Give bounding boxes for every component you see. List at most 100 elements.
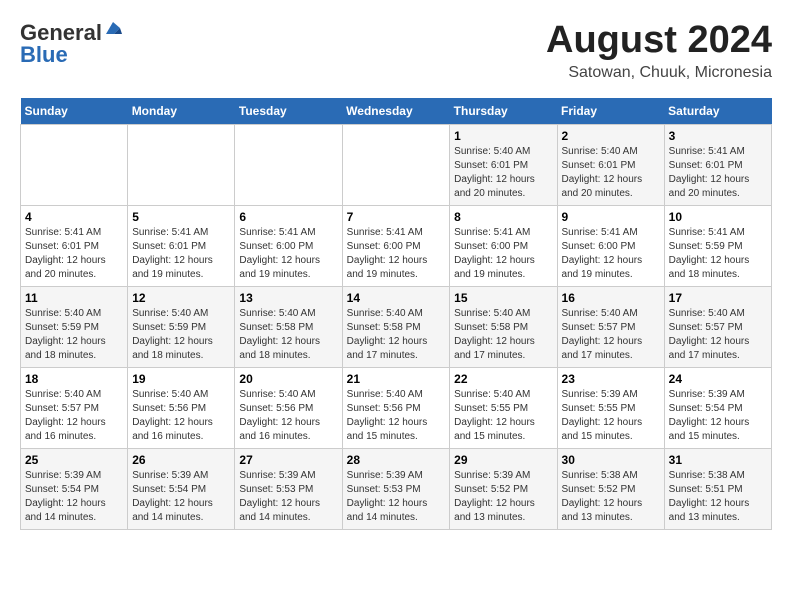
calendar-cell: 15Sunrise: 5:40 AM Sunset: 5:58 PM Dayli… xyxy=(450,286,557,367)
calendar-cell: 19 Sunrise: 5:40 AM Sunset: 5:56 PM Dayli… xyxy=(128,367,235,448)
day-info: Sunrise: 5:40 AM Sunset: 5:58 PM Dayligh… xyxy=(239,307,337,363)
calendar-cell: 20 Sunrise: 5:40 AM Sunset: 5:56 PM Dayli… xyxy=(235,367,342,448)
day-number: 18 xyxy=(25,372,123,386)
calendar-cell: 28 Sunrise: 5:39 AM Sunset: 5:53 PM Dayli… xyxy=(342,448,450,529)
calendar-header-row: SundayMondayTuesdayWednesdayThursdayFrid… xyxy=(21,98,772,125)
calendar-table: SundayMondayTuesdayWednesdayThursdayFrid… xyxy=(20,98,772,530)
calendar-cell: 25Sunrise: 5:39 AM Sunset: 5:54 PM Dayli… xyxy=(21,448,128,529)
day-number: 28 xyxy=(347,453,446,467)
calendar-cell: 5 Sunrise: 5:41 AM Sunset: 6:01 PM Daylig… xyxy=(128,205,235,286)
day-info: Sunrise: 5:41 AM Sunset: 6:01 PM Dayligh… xyxy=(25,226,123,282)
day-info: Sunrise: 5:39 AM Sunset: 5:55 PM Dayligh… xyxy=(562,388,660,444)
day-number: 5 xyxy=(132,210,230,224)
calendar-cell: 12 Sunrise: 5:40 AM Sunset: 5:59 PM Dayli… xyxy=(128,286,235,367)
day-number: 17 xyxy=(669,291,767,305)
day-number: 29 xyxy=(454,453,552,467)
day-info: Sunrise: 5:38 AM Sunset: 5:51 PM Dayligh… xyxy=(669,469,767,525)
calendar-week-5: 25Sunrise: 5:39 AM Sunset: 5:54 PM Dayli… xyxy=(21,448,772,529)
day-info: Sunrise: 5:40 AM Sunset: 5:59 PM Dayligh… xyxy=(132,307,230,363)
day-info: Sunrise: 5:41 AM Sunset: 6:00 PM Dayligh… xyxy=(562,226,660,282)
day-number: 3 xyxy=(669,129,767,143)
day-info: Sunrise: 5:40 AM Sunset: 5:58 PM Dayligh… xyxy=(347,307,446,363)
calendar-cell: 4 Sunrise: 5:41 AM Sunset: 6:01 PM Daylig… xyxy=(21,205,128,286)
day-info: Sunrise: 5:40 AM Sunset: 5:56 PM Dayligh… xyxy=(132,388,230,444)
calendar-cell: 26Sunrise: 5:39 AM Sunset: 5:54 PM Dayli… xyxy=(128,448,235,529)
day-info: Sunrise: 5:41 AM Sunset: 6:00 PM Dayligh… xyxy=(239,226,337,282)
day-of-week-monday: Monday xyxy=(128,98,235,125)
calendar-week-3: 11 Sunrise: 5:40 AM Sunset: 5:59 PM Dayli… xyxy=(21,286,772,367)
day-info: Sunrise: 5:40 AM Sunset: 5:59 PM Dayligh… xyxy=(25,307,123,363)
day-number: 22 xyxy=(454,372,552,386)
day-info: Sunrise: 5:38 AM Sunset: 5:52 PM Dayligh… xyxy=(562,469,660,525)
day-info: Sunrise: 5:41 AM Sunset: 6:01 PM Dayligh… xyxy=(669,145,767,201)
calendar-cell: 7 Sunrise: 5:41 AM Sunset: 6:00 PM Daylig… xyxy=(342,205,450,286)
day-number: 24 xyxy=(669,372,767,386)
day-of-week-wednesday: Wednesday xyxy=(342,98,450,125)
day-number: 7 xyxy=(347,210,446,224)
calendar-cell xyxy=(342,124,450,205)
day-number: 31 xyxy=(669,453,767,467)
day-info: Sunrise: 5:39 AM Sunset: 5:53 PM Dayligh… xyxy=(239,469,337,525)
day-info: Sunrise: 5:40 AM Sunset: 5:57 PM Dayligh… xyxy=(562,307,660,363)
day-number: 12 xyxy=(132,291,230,305)
calendar-cell: 18 Sunrise: 5:40 AM Sunset: 5:57 PM Dayli… xyxy=(21,367,128,448)
day-number: 11 xyxy=(25,291,123,305)
calendar-week-4: 18 Sunrise: 5:40 AM Sunset: 5:57 PM Dayli… xyxy=(21,367,772,448)
calendar-cell: 14 Sunrise: 5:40 AM Sunset: 5:58 PM Dayli… xyxy=(342,286,450,367)
day-number: 27 xyxy=(239,453,337,467)
day-info: Sunrise: 5:40 AM Sunset: 5:58 PM Dayligh… xyxy=(454,307,552,363)
day-of-week-sunday: Sunday xyxy=(21,98,128,125)
day-number: 8 xyxy=(454,210,552,224)
day-info: Sunrise: 5:40 AM Sunset: 5:56 PM Dayligh… xyxy=(347,388,446,444)
day-number: 14 xyxy=(347,291,446,305)
subtitle: Satowan, Chuuk, Micronesia xyxy=(546,64,772,82)
day-of-week-tuesday: Tuesday xyxy=(235,98,342,125)
day-of-week-friday: Friday xyxy=(557,98,664,125)
calendar-cell xyxy=(235,124,342,205)
calendar-cell: 2 Sunrise: 5:40 AM Sunset: 6:01 PM Daylig… xyxy=(557,124,664,205)
calendar-cell: 22Sunrise: 5:40 AM Sunset: 5:55 PM Dayli… xyxy=(450,367,557,448)
calendar-cell: 6 Sunrise: 5:41 AM Sunset: 6:00 PM Daylig… xyxy=(235,205,342,286)
day-number: 20 xyxy=(239,372,337,386)
day-number: 16 xyxy=(562,291,660,305)
day-number: 1 xyxy=(454,129,552,143)
calendar-cell: 27 Sunrise: 5:39 AM Sunset: 5:53 PM Dayli… xyxy=(235,448,342,529)
day-info: Sunrise: 5:41 AM Sunset: 5:59 PM Dayligh… xyxy=(669,226,767,282)
day-number: 26 xyxy=(132,453,230,467)
day-number: 2 xyxy=(562,129,660,143)
day-number: 21 xyxy=(347,372,446,386)
calendar-cell: 23 Sunrise: 5:39 AM Sunset: 5:55 PM Dayli… xyxy=(557,367,664,448)
calendar-cell: 29Sunrise: 5:39 AM Sunset: 5:52 PM Dayli… xyxy=(450,448,557,529)
main-title: August 2024 xyxy=(546,20,772,62)
calendar-cell: 13 Sunrise: 5:40 AM Sunset: 5:58 PM Dayli… xyxy=(235,286,342,367)
calendar-cell: 10 Sunrise: 5:41 AM Sunset: 5:59 PM Dayli… xyxy=(664,205,771,286)
day-number: 4 xyxy=(25,210,123,224)
day-info: Sunrise: 5:39 AM Sunset: 5:54 PM Dayligh… xyxy=(669,388,767,444)
day-info: Sunrise: 5:41 AM Sunset: 6:01 PM Dayligh… xyxy=(132,226,230,282)
calendar-cell: 31 Sunrise: 5:38 AM Sunset: 5:51 PM Dayli… xyxy=(664,448,771,529)
calendar-cell xyxy=(21,124,128,205)
calendar-cell: 9 Sunrise: 5:41 AM Sunset: 6:00 PM Daylig… xyxy=(557,205,664,286)
calendar-cell: 11 Sunrise: 5:40 AM Sunset: 5:59 PM Dayli… xyxy=(21,286,128,367)
calendar-cell: 17Sunrise: 5:40 AM Sunset: 5:57 PM Dayli… xyxy=(664,286,771,367)
day-info: Sunrise: 5:41 AM Sunset: 6:00 PM Dayligh… xyxy=(454,226,552,282)
day-info: Sunrise: 5:40 AM Sunset: 5:56 PM Dayligh… xyxy=(239,388,337,444)
day-number: 6 xyxy=(239,210,337,224)
calendar-cell: 24 Sunrise: 5:39 AM Sunset: 5:54 PM Dayli… xyxy=(664,367,771,448)
calendar-cell: 16 Sunrise: 5:40 AM Sunset: 5:57 PM Dayli… xyxy=(557,286,664,367)
calendar-cell: 1 Sunrise: 5:40 AM Sunset: 6:01 PM Daylig… xyxy=(450,124,557,205)
calendar-cell: 21 Sunrise: 5:40 AM Sunset: 5:56 PM Dayli… xyxy=(342,367,450,448)
day-info: Sunrise: 5:40 AM Sunset: 5:57 PM Dayligh… xyxy=(25,388,123,444)
day-number: 10 xyxy=(669,210,767,224)
day-number: 13 xyxy=(239,291,337,305)
day-number: 9 xyxy=(562,210,660,224)
calendar-week-1: 1 Sunrise: 5:40 AM Sunset: 6:01 PM Daylig… xyxy=(21,124,772,205)
day-number: 19 xyxy=(132,372,230,386)
day-info: Sunrise: 5:40 AM Sunset: 6:01 PM Dayligh… xyxy=(454,145,552,201)
calendar-cell: 3 Sunrise: 5:41 AM Sunset: 6:01 PM Daylig… xyxy=(664,124,771,205)
day-info: Sunrise: 5:39 AM Sunset: 5:53 PM Dayligh… xyxy=(347,469,446,525)
calendar-cell xyxy=(128,124,235,205)
day-info: Sunrise: 5:41 AM Sunset: 6:00 PM Dayligh… xyxy=(347,226,446,282)
day-info: Sunrise: 5:40 AM Sunset: 6:01 PM Dayligh… xyxy=(562,145,660,201)
day-number: 23 xyxy=(562,372,660,386)
